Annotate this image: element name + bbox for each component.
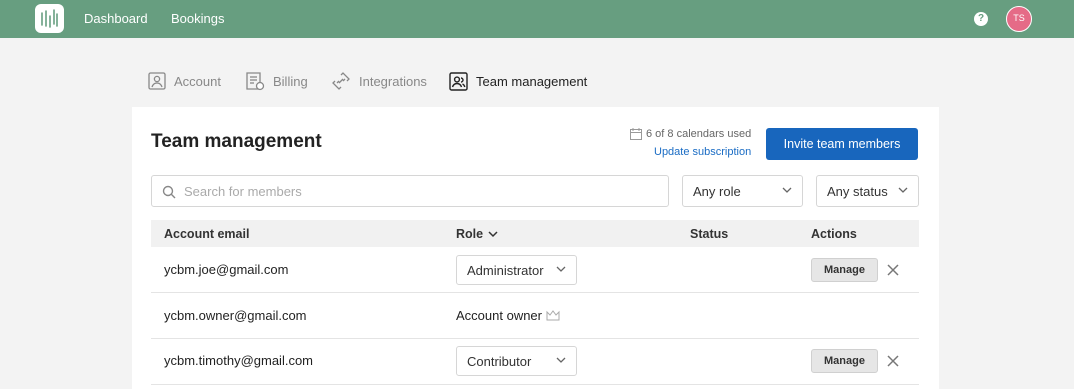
member-email: ycbm.owner@gmail.com [164,308,307,323]
tab-billing-label: Billing [273,73,308,89]
billing-icon [245,71,265,91]
role-select-value: Administrator [467,263,544,278]
search-icon [162,185,176,199]
account-icon [148,72,166,90]
row-divider [151,384,919,385]
column-header-role-label: Role [456,227,484,241]
table-header [151,220,919,247]
role-filter-value: Any role [693,184,741,199]
role-select[interactable]: Administrator [456,255,577,285]
tab-integrations-label: Integrations [359,73,427,89]
logo-icon [41,9,58,28]
role-filter-select[interactable]: Any role [682,175,803,207]
avatar[interactable]: TS [1006,6,1032,32]
page-title: Team management [151,131,322,152]
column-header-status: Status [690,227,729,241]
role-select-value: Contributor [467,354,532,369]
top-navigation-bar: Dashboard Bookings ? TS [0,0,1074,38]
column-header-email: Account email [164,227,250,241]
close-icon[interactable] [887,355,899,367]
tab-account-label: Account [174,73,221,89]
column-header-actions: Actions [811,227,857,241]
row-divider [151,338,919,339]
tab-account[interactable]: Account [148,71,221,91]
integrations-icon [331,71,351,91]
chevron-down-icon [556,266,566,272]
search-input[interactable] [184,176,654,206]
chevron-down-icon [898,187,908,193]
tab-integrations[interactable]: Integrations [331,71,427,91]
search-field[interactable] [151,175,669,207]
invite-team-members-button[interactable]: Invite team members [766,128,918,160]
manage-button[interactable]: Manage [811,258,878,282]
tab-team-management[interactable]: Team management [449,71,587,91]
crown-icon [546,310,560,321]
calendar-icon [630,128,642,140]
chevron-down-icon [782,187,792,193]
nav-link-dashboard[interactable]: Dashboard [84,11,148,26]
close-icon[interactable] [887,264,899,276]
member-email: ycbm.joe@gmail.com [164,262,289,277]
status-filter-select[interactable]: Any status [816,175,919,207]
app-logo[interactable] [35,4,64,33]
team-icon [449,71,468,91]
row-divider [151,292,919,293]
help-icon[interactable]: ? [974,12,988,26]
calendar-usage-text: 6 of 8 calendars used [646,128,752,140]
sort-chevron-icon [488,230,498,237]
account-owner-label: Account owner [456,308,542,323]
tab-billing[interactable]: Billing [245,71,308,91]
tab-team-management-label: Team management [476,73,588,89]
account-owner-role: Account owner [456,308,560,323]
chevron-down-icon [556,357,566,363]
manage-button[interactable]: Manage [811,349,878,373]
calendar-usage: 6 of 8 calendars used [630,128,751,140]
column-header-role[interactable]: Role [456,227,498,241]
update-subscription-link[interactable]: Update subscription [654,146,751,158]
member-email: ycbm.timothy@gmail.com [164,353,314,368]
nav-link-bookings[interactable]: Bookings [171,11,224,26]
role-select[interactable]: Contributor [456,346,577,376]
status-filter-value: Any status [827,184,888,199]
